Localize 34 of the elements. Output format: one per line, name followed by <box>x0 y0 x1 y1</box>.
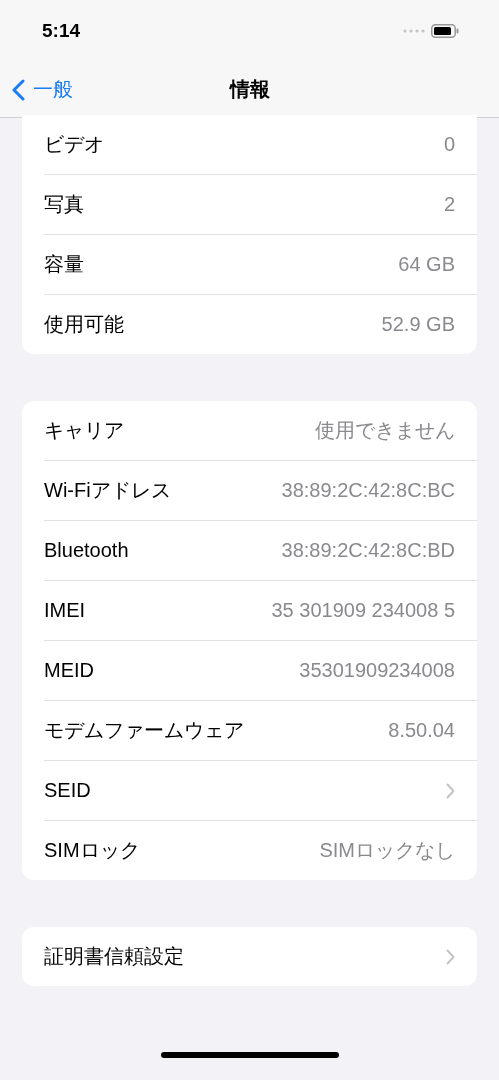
row-value: 0 <box>443 133 455 156</box>
row-label: IMEI <box>44 599 86 622</box>
row-label: 証明書信頼設定 <box>44 944 184 969</box>
row-value: 64 GB <box>398 253 455 276</box>
settings-row[interactable]: SEID <box>44 761 477 821</box>
row-label: モデムファームウェア <box>44 718 244 743</box>
settings-row[interactable]: 証明書信頼設定 <box>44 927 477 986</box>
row-label: 写真 <box>44 192 84 217</box>
row-value: 38:89:2C:42:8C:BD <box>281 539 455 562</box>
row-label: Wi-Fiアドレス <box>44 478 171 503</box>
chevron-icon <box>446 782 455 799</box>
row-value: SIMロックなし <box>319 838 455 863</box>
row-label: ビデオ <box>44 132 104 157</box>
row-label: 容量 <box>44 252 84 277</box>
row-value: 38:89:2C:42:8C:BC <box>281 479 455 502</box>
chevron-icon <box>446 948 455 965</box>
row-value: 35301909234008 <box>299 659 455 682</box>
back-button[interactable]: 一般 <box>0 76 73 103</box>
row-label: MEID <box>44 659 94 682</box>
page-title: 情報 <box>229 77 270 102</box>
row-value: 52.9 GB <box>381 313 455 336</box>
row-label: キャリア <box>44 418 124 443</box>
back-chevron-icon <box>12 78 25 101</box>
row-value: 8.50.04 <box>388 719 455 742</box>
row-label: 使用可能 <box>44 312 124 337</box>
signal-icon <box>403 29 425 33</box>
row-label: SIMロック <box>44 838 140 863</box>
status-time: 5:14 <box>42 20 81 42</box>
row-value: 35 301909 234008 5 <box>271 599 455 622</box>
row-value: 2 <box>443 193 455 216</box>
row-label: Bluetooth <box>44 539 129 562</box>
row-value: 使用できません <box>315 418 455 443</box>
row-label: SEID <box>44 779 91 802</box>
battery-icon <box>431 24 459 38</box>
